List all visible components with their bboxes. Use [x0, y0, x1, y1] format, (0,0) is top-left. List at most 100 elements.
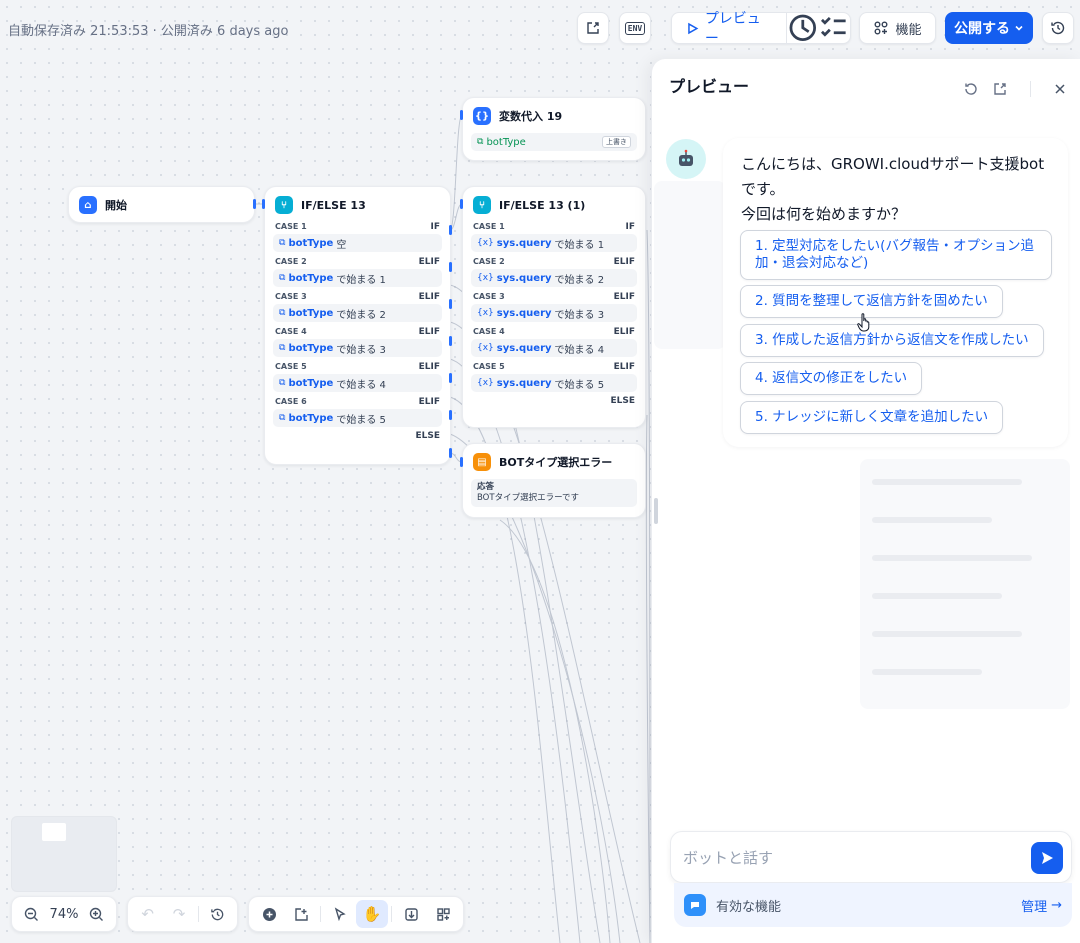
suggested-option-3[interactable]: 3. 作成した返信方針から返信文を作成したい	[740, 324, 1044, 357]
checklist-list-button[interactable]	[818, 13, 850, 43]
variable-icon: ⧉	[477, 136, 484, 147]
input-handle[interactable]	[460, 110, 463, 120]
case-keyword: ELIF	[613, 362, 635, 372]
node-title: 変数代入 19	[499, 110, 563, 123]
input-handle[interactable]	[460, 457, 463, 467]
checklist-button[interactable]	[577, 12, 609, 44]
branch-handle[interactable]	[449, 336, 452, 346]
variable-icon: ⧉	[279, 343, 286, 353]
minimap-viewport	[42, 823, 66, 841]
preview-button-label: プレビュー	[704, 11, 761, 47]
undo-button[interactable]: ↶	[132, 900, 163, 928]
preview-group: プレビュー	[671, 11, 851, 47]
condition-row: {x} sys.query で始まる 5	[471, 374, 637, 392]
else-label: ELSE	[415, 431, 440, 441]
features-icon	[874, 21, 888, 35]
panel-resize-handle[interactable]	[654, 498, 658, 524]
features-bar-label: 有効な機能	[716, 899, 782, 915]
condition-operator: で始まる 2	[336, 309, 386, 321]
condition-row: ⧉ botType で始まる 1	[273, 269, 442, 287]
redo-button[interactable]: ↷	[163, 900, 194, 928]
case-keyword: ELIF	[418, 362, 440, 372]
minimap[interactable]	[11, 816, 117, 892]
background-trace	[872, 631, 1022, 637]
version-history-button[interactable]	[1042, 12, 1074, 44]
zoom-out-button[interactable]	[16, 900, 47, 928]
home-icon: ⌂	[79, 196, 97, 214]
env-button[interactable]: ENV	[619, 12, 651, 44]
suggested-option-4[interactable]: 4. 返信文の修正をしたい	[740, 362, 923, 395]
variable-icon: ⧉	[279, 378, 286, 388]
divider	[197, 906, 199, 922]
restart-button[interactable]	[961, 79, 981, 99]
condition-variable: sys.query	[496, 377, 552, 389]
organize-blocks-button[interactable]	[427, 900, 459, 928]
case-keyword: ELIF	[418, 257, 440, 267]
case-keyword: IF	[430, 222, 441, 232]
hand-mode-button[interactable]: ✋	[356, 900, 388, 928]
case-keyword: ELIF	[418, 292, 440, 302]
condition-row: ⧉ botType で始まる 5	[273, 409, 442, 427]
assign-row: ⧉ botType 上書き	[471, 133, 637, 151]
features-button[interactable]: 機能	[859, 12, 936, 44]
variables-button[interactable]	[990, 79, 1010, 99]
branch-handle[interactable]	[449, 262, 452, 272]
add-node-button[interactable]	[253, 900, 285, 928]
bot-message: こんにちは、GROWI.cloudサポート支援botです。 今回は何を始めますか…	[723, 138, 1068, 447]
publish-button[interactable]: 公開する	[945, 12, 1033, 44]
pointer-mode-button[interactable]	[324, 900, 356, 928]
zoom-toolbar: 74%	[11, 896, 117, 932]
run-history-button[interactable]	[787, 13, 819, 43]
condition-variable: sys.query	[496, 272, 552, 284]
ifelse-13-node[interactable]: ⑂ IF/ELSE 13 CASE 1 IF ⧉ botType 空 CASE 2 EL…	[264, 186, 451, 465]
node-title: BOTタイプ選択エラー	[499, 456, 613, 469]
ifelse-13-input-handle[interactable]	[262, 199, 265, 209]
branch-icon: ⑂	[275, 196, 293, 214]
condition-operator: で始まる 1	[336, 274, 386, 286]
condition-row: ⧉ botType 空	[273, 234, 442, 252]
variable-icon: {x}	[477, 238, 494, 248]
branch-handle[interactable]	[449, 448, 452, 458]
refresh-icon	[965, 83, 977, 95]
export-icon	[404, 907, 418, 921]
condition-row: ⧉ botType で始まる 4	[273, 374, 442, 392]
background-trace	[654, 181, 726, 349]
zoom-level[interactable]: 74%	[47, 907, 80, 922]
branch-handle[interactable]	[449, 225, 452, 235]
export-image-button[interactable]	[395, 900, 427, 928]
chat-input-box	[670, 831, 1072, 883]
chat-input[interactable]	[683, 846, 1023, 870]
ifelse-13-1-node[interactable]: ⑂ IF/ELSE 13 (1) CASE 1 IF {x} sys.query で始…	[462, 186, 646, 428]
input-handle[interactable]	[460, 199, 463, 209]
suggested-option-1[interactable]: 1. 定型対応をしたい(バグ報告・オプション追加・退会対応など)	[740, 230, 1052, 280]
variable-icon: ⧉	[279, 238, 286, 248]
preview-button[interactable]: プレビュー	[672, 11, 787, 47]
branch-icon: ⑂	[473, 196, 491, 214]
node-title: 開始	[105, 199, 127, 212]
variable-icon: ⧉	[279, 413, 286, 423]
condition-operator: で始まる 3	[554, 309, 605, 321]
close-button[interactable]	[1050, 79, 1070, 99]
send-button[interactable]	[1031, 842, 1063, 874]
branch-handle[interactable]	[449, 373, 452, 383]
zoom-in-button[interactable]	[81, 900, 112, 928]
divider	[391, 906, 392, 922]
condition-variable: sys.query	[496, 307, 552, 319]
variable-assign-19-node[interactable]: {} 変数代入 19 ⧉ botType 上書き	[462, 97, 646, 161]
bot-avatar	[666, 139, 706, 179]
background-trace	[872, 669, 982, 675]
branch-handle[interactable]	[449, 410, 452, 420]
start-node[interactable]: ⌂ 開始	[68, 186, 255, 223]
case-label: CASE 1	[275, 222, 307, 231]
add-note-button[interactable]	[285, 900, 317, 928]
overwrite-badge: 上書き	[602, 136, 631, 148]
bot-type-error-node[interactable]: ▤ BOTタイプ選択エラー 応答 BOTタイプ選択エラーです	[462, 443, 646, 518]
suggested-option-5[interactable]: 5. ナレッジに新しく文章を追加したい	[740, 401, 1004, 434]
variable-icon: {x}	[477, 378, 494, 388]
manage-features-button[interactable]: 管理 →	[1021, 896, 1062, 915]
start-output-handle[interactable]	[253, 199, 256, 209]
variable-icon: {x}	[477, 343, 494, 353]
else-label: ELSE	[610, 396, 635, 406]
branch-handle[interactable]	[449, 299, 452, 309]
workflow-history-button[interactable]	[202, 900, 233, 928]
